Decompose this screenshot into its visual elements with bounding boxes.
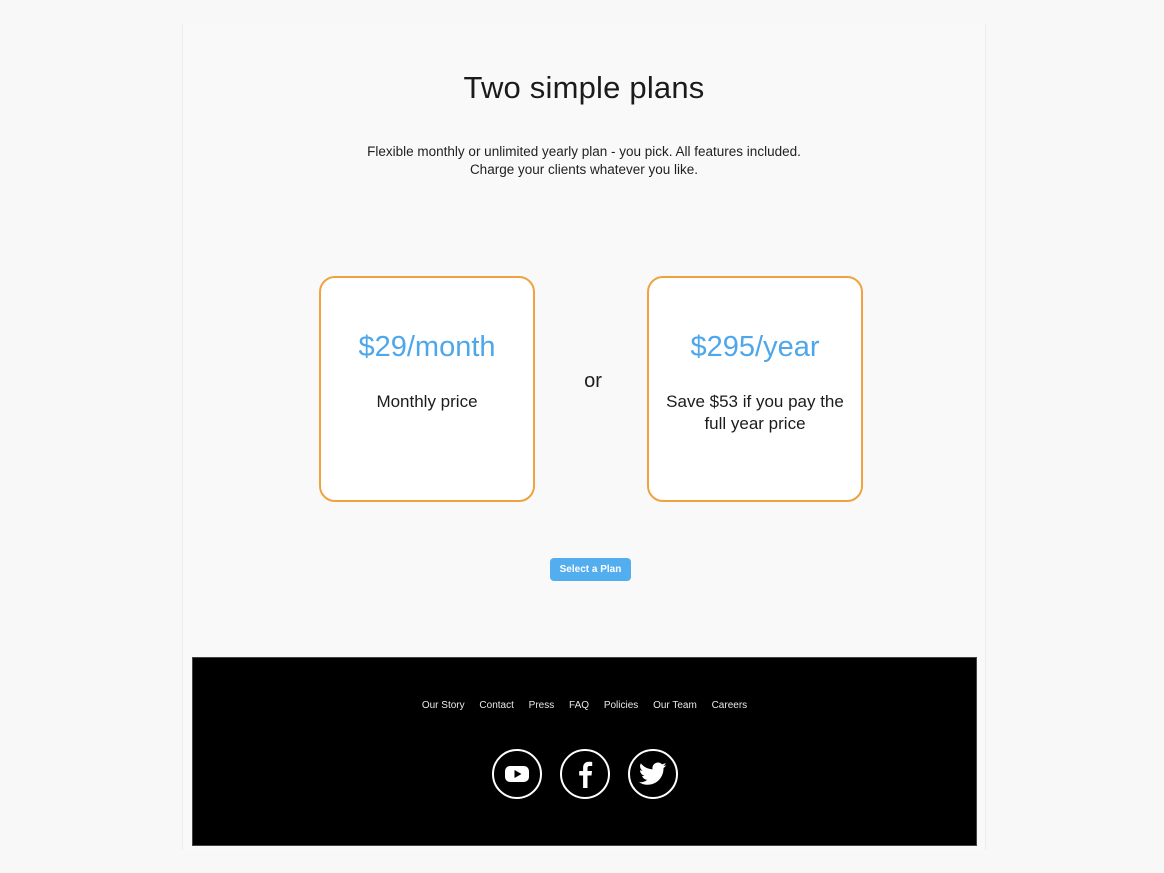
plan-description-yearly: Save $53 if you pay the full year price [666, 392, 844, 433]
subtitle-line-2: Charge your clients whatever you like. [469, 162, 699, 177]
page-title: Two simple plans [463, 70, 705, 105]
social-links [193, 749, 976, 799]
footer-link-policies[interactable]: Policies [604, 700, 638, 711]
select-plan-button[interactable]: Select a Plan [550, 558, 631, 581]
footer-nav: Our Story Contact Press FAQ Policies Our… [193, 700, 976, 711]
plan-card-yearly[interactable]: $295/year Save $53 if you pay the full y… [647, 276, 863, 502]
footer-link-faq[interactable]: FAQ [569, 700, 589, 711]
footer-link-contact[interactable]: Contact [479, 700, 513, 711]
plan-separator: or [584, 370, 602, 392]
footer-link-press[interactable]: Press [529, 700, 555, 711]
twitter-button[interactable] [627, 749, 678, 799]
pricing-page: Two simple plans Flexible monthly or unl… [182, 24, 986, 850]
twitter-icon [638, 762, 667, 785]
footer-link-careers[interactable]: Careers [712, 700, 748, 711]
plan-price-monthly: $29/month [358, 331, 496, 363]
footer-link-our-team[interactable]: Our Team [653, 700, 697, 711]
plan-description-monthly: Monthly price [376, 392, 478, 411]
plan-card-monthly[interactable]: $29/month Monthly price [319, 276, 535, 502]
facebook-icon [578, 761, 592, 788]
facebook-button[interactable] [559, 749, 610, 799]
footer: Our Story Contact Press FAQ Policies Our… [192, 657, 977, 846]
page-subtitle: Flexible monthly or unlimited yearly pla… [183, 143, 985, 179]
youtube-button[interactable] [491, 749, 542, 799]
plan-price-yearly: $295/year [690, 331, 820, 363]
youtube-icon [504, 766, 529, 782]
footer-link-our-story[interactable]: Our Story [422, 700, 465, 711]
subtitle-line-1: Flexible monthly or unlimited yearly pla… [367, 144, 801, 159]
